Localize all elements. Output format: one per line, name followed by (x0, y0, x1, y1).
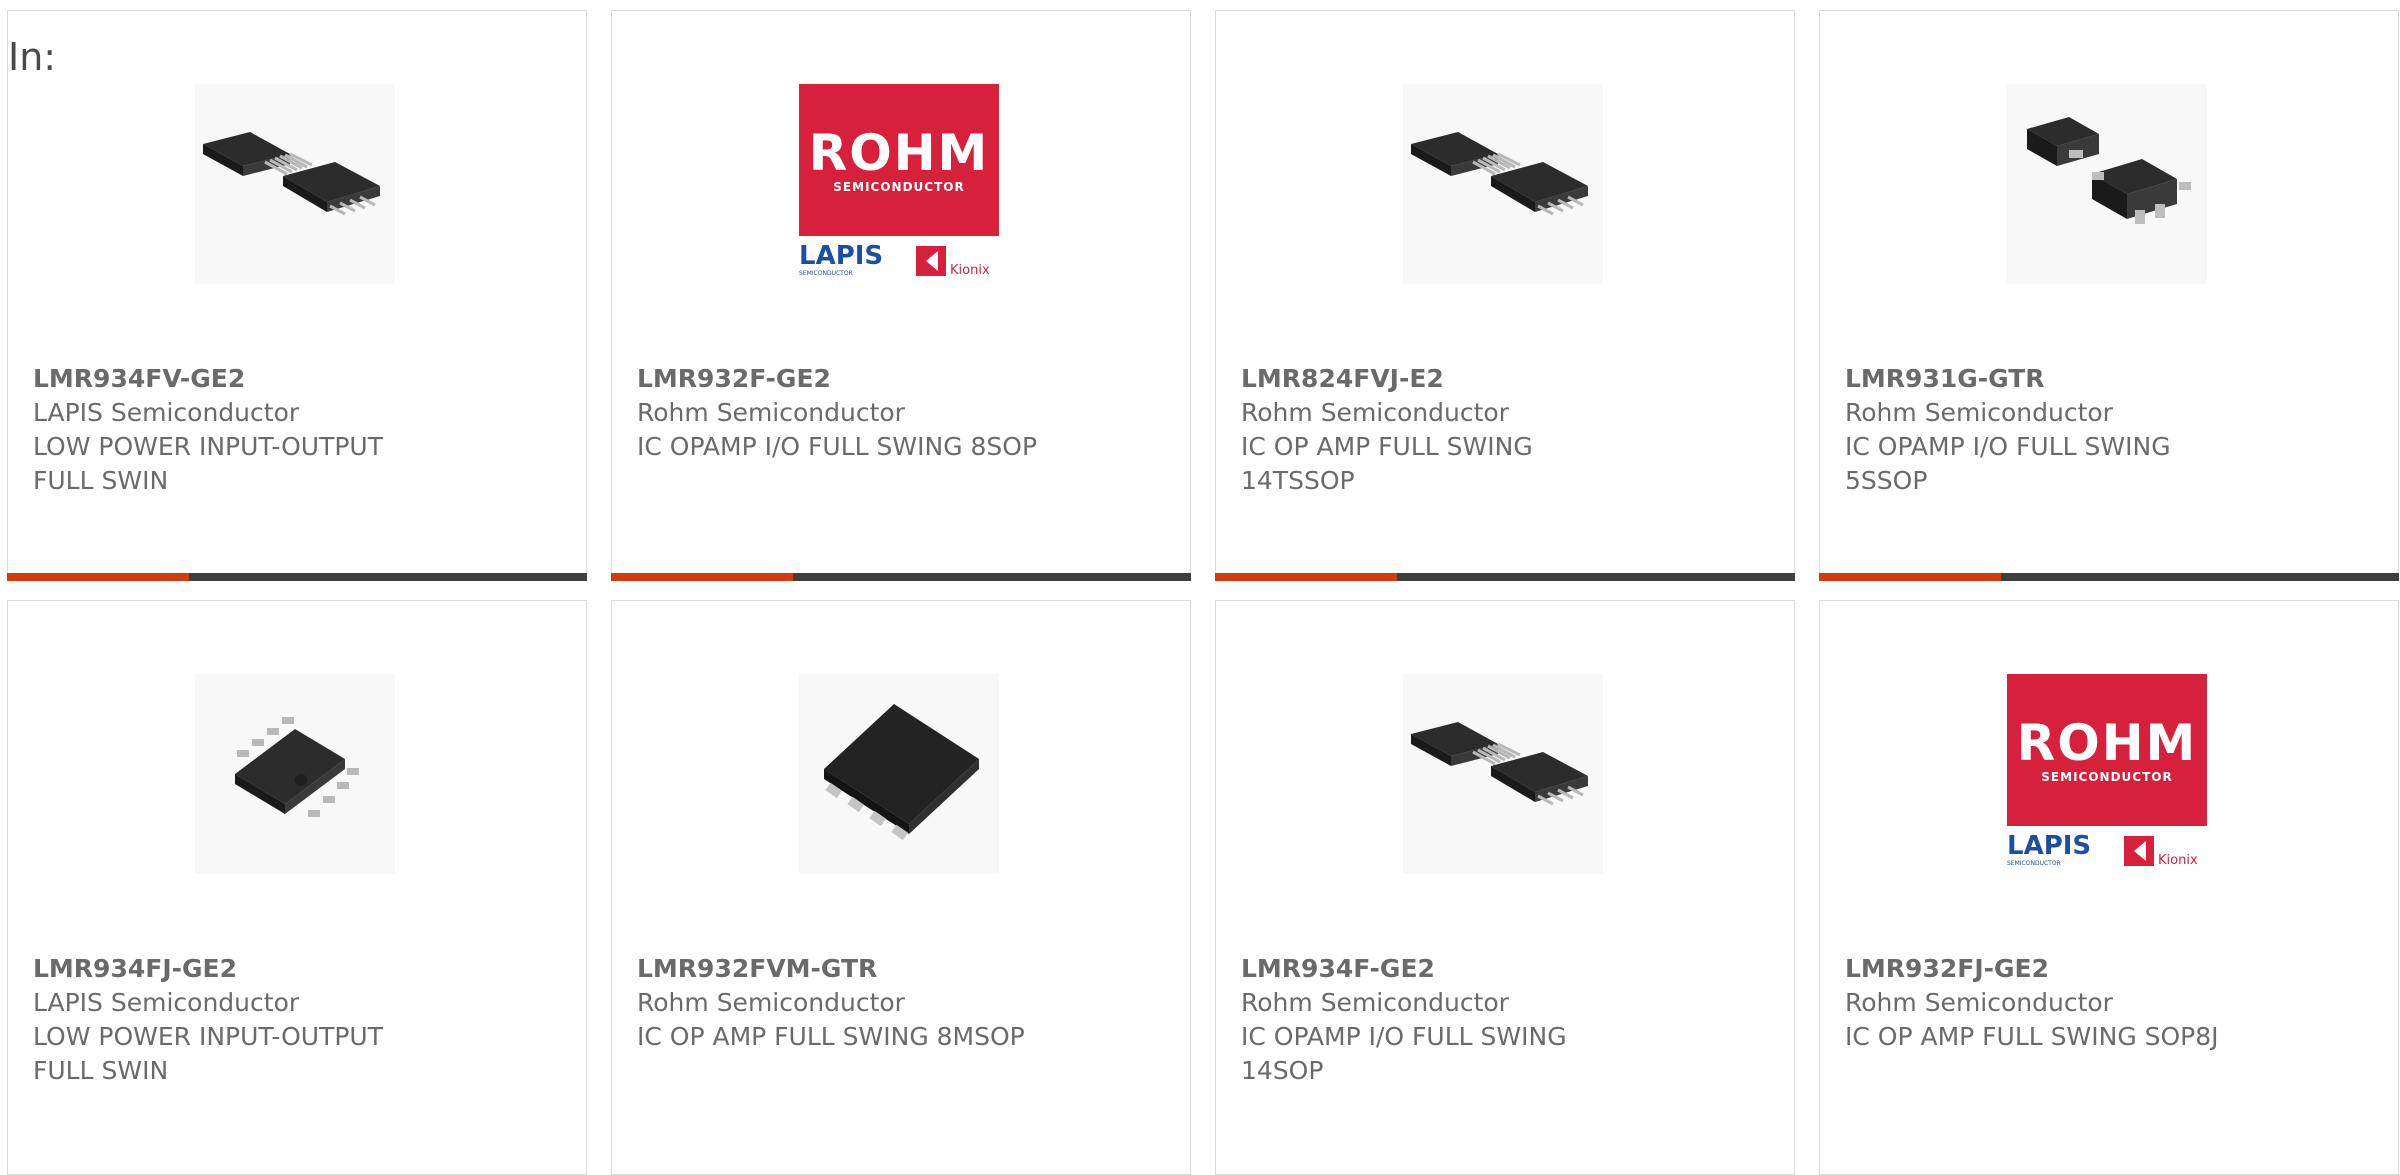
product-grid: LMR934FV-GE2 LAPIS Semiconductor LOW POW… (0, 0, 2400, 1175)
description-line: 14TSSOP (1241, 466, 1355, 495)
part-number-link[interactable]: LMR931G-GTR (1845, 362, 2388, 396)
product-card[interactable]: ROHM SEMICONDUCTOR LAPIS SEMICONDUCTOR K… (611, 10, 1191, 581)
description-line: LOW POWER INPUT-OUTPUT (33, 1022, 383, 1051)
chip-sot-icon (2027, 117, 2191, 224)
rohm-logo: ROHM SEMICONDUCTOR LAPIS SEMICONDUCTOR K… (799, 84, 999, 284)
description-line: IC OPAMP I/O FULL SWING (1241, 1022, 1567, 1051)
card-bar-accent (7, 573, 189, 581)
kionix-icon: Kionix (916, 246, 990, 278)
card-bar-accent (611, 573, 793, 581)
manufacturer: Rohm Semiconductor (1241, 988, 1509, 1017)
part-number-link[interactable]: LMR932FJ-GE2 (1845, 952, 2388, 986)
product-image[interactable] (1403, 84, 1603, 284)
svg-text:Kionix: Kionix (2158, 853, 2198, 868)
chip-tssop-icon (203, 132, 380, 216)
product-info: LMR932FVM-GTR Rohm Semiconductor IC OP A… (637, 952, 1180, 1054)
product-image[interactable] (2007, 84, 2207, 284)
product-image[interactable] (799, 674, 999, 874)
description-line: IC OP AMP FULL SWING SOP8J (1845, 1022, 2219, 1051)
description-line: LOW POWER INPUT-OUTPUT (33, 432, 383, 461)
rohm-brand-block: ROHM SEMICONDUCTOR (799, 84, 999, 236)
svg-text:Kionix: Kionix (950, 263, 990, 278)
rohm-brand-block: ROHM SEMICONDUCTOR (2007, 674, 2207, 826)
chip-tssop-icon (1411, 132, 1588, 216)
product-image[interactable] (195, 84, 395, 284)
product-image[interactable] (195, 674, 395, 874)
part-number-link[interactable]: LMR824FVJ-E2 (1241, 362, 1784, 396)
prefix-label: In: (8, 35, 57, 79)
description-line: FULL SWIN (33, 1056, 169, 1085)
product-info: LMR934FJ-GE2 LAPIS Semiconductor LOW POW… (33, 952, 576, 1088)
manufacturer: Rohm Semiconductor (1241, 398, 1509, 427)
manufacturer: LAPIS Semiconductor (33, 398, 300, 427)
manufacturer: Rohm Semiconductor (1845, 398, 2113, 427)
manufacturer: LAPIS Semiconductor (33, 988, 300, 1017)
description-line: IC OPAMP I/O FULL SWING 8SOP (637, 432, 1038, 461)
part-number-link[interactable]: LMR932FVM-GTR (637, 952, 1180, 986)
chip-tssop-icon (1411, 722, 1588, 806)
product-card[interactable]: LMR932FVM-GTR Rohm Semiconductor IC OP A… (611, 600, 1191, 1175)
product-card[interactable]: LMR931G-GTR Rohm Semiconductor IC OPAMP … (1819, 10, 2399, 581)
product-info: LMR932FJ-GE2 Rohm Semiconductor IC OP AM… (1845, 952, 2388, 1054)
card-bar (1819, 573, 2399, 581)
product-card[interactable]: LMR934F-GE2 Rohm Semiconductor IC OPAMP … (1215, 600, 1795, 1175)
product-info: LMR932F-GE2 Rohm Semiconductor IC OPAMP … (637, 362, 1180, 464)
product-info: LMR934FV-GE2 LAPIS Semiconductor LOW POW… (33, 362, 576, 498)
description-line: IC OP AMP FULL SWING (1241, 432, 1533, 461)
manufacturer: Rohm Semiconductor (637, 988, 905, 1017)
description-line: 14SOP (1241, 1056, 1324, 1085)
description-line: 5SSOP (1845, 466, 1928, 495)
product-card[interactable]: ROHM SEMICONDUCTOR LAPIS SEMICONDUCTOR K… (1819, 600, 2399, 1175)
part-number-link[interactable]: LMR934FV-GE2 (33, 362, 576, 396)
product-image[interactable]: ROHM SEMICONDUCTOR LAPIS SEMICONDUCTOR K… (799, 84, 999, 284)
manufacturer: Rohm Semiconductor (637, 398, 905, 427)
rohm-logo: ROHM SEMICONDUCTOR LAPIS SEMICONDUCTOR K… (2007, 674, 2207, 874)
card-bar (1215, 573, 1795, 581)
product-card[interactable]: LMR824FVJ-E2 Rohm Semiconductor IC OP AM… (1215, 10, 1795, 581)
card-bar-accent (1819, 573, 2001, 581)
product-info: LMR934F-GE2 Rohm Semiconductor IC OPAMP … (1241, 952, 1784, 1088)
card-bar-accent (1215, 573, 1397, 581)
product-image[interactable]: ROHM SEMICONDUCTOR LAPIS SEMICONDUCTOR K… (2007, 674, 2207, 874)
chip-msop-icon (824, 704, 979, 841)
lapis-logo: LAPIS (2007, 831, 2092, 861)
card-bar (611, 573, 1191, 581)
product-card[interactable]: LMR934FJ-GE2 LAPIS Semiconductor LOW POW… (7, 600, 587, 1175)
product-card[interactable]: LMR934FV-GE2 LAPIS Semiconductor LOW POW… (7, 10, 587, 581)
chip-sop8-icon (235, 717, 359, 817)
part-number-link[interactable]: LMR932F-GE2 (637, 362, 1180, 396)
description-line: IC OP AMP FULL SWING 8MSOP (637, 1022, 1025, 1051)
manufacturer: Rohm Semiconductor (1845, 988, 2113, 1017)
product-image[interactable] (1403, 674, 1603, 874)
lapis-logo: LAPIS (799, 241, 884, 271)
card-bar (7, 573, 587, 581)
description-line: FULL SWIN (33, 466, 169, 495)
product-info: LMR931G-GTR Rohm Semiconductor IC OPAMP … (1845, 362, 2388, 498)
kionix-icon: Kionix (2124, 836, 2198, 868)
part-number-link[interactable]: LMR934FJ-GE2 (33, 952, 576, 986)
description-line: IC OPAMP I/O FULL SWING (1845, 432, 2171, 461)
product-info: LMR824FVJ-E2 Rohm Semiconductor IC OP AM… (1241, 362, 1784, 498)
part-number-link[interactable]: LMR934F-GE2 (1241, 952, 1784, 986)
